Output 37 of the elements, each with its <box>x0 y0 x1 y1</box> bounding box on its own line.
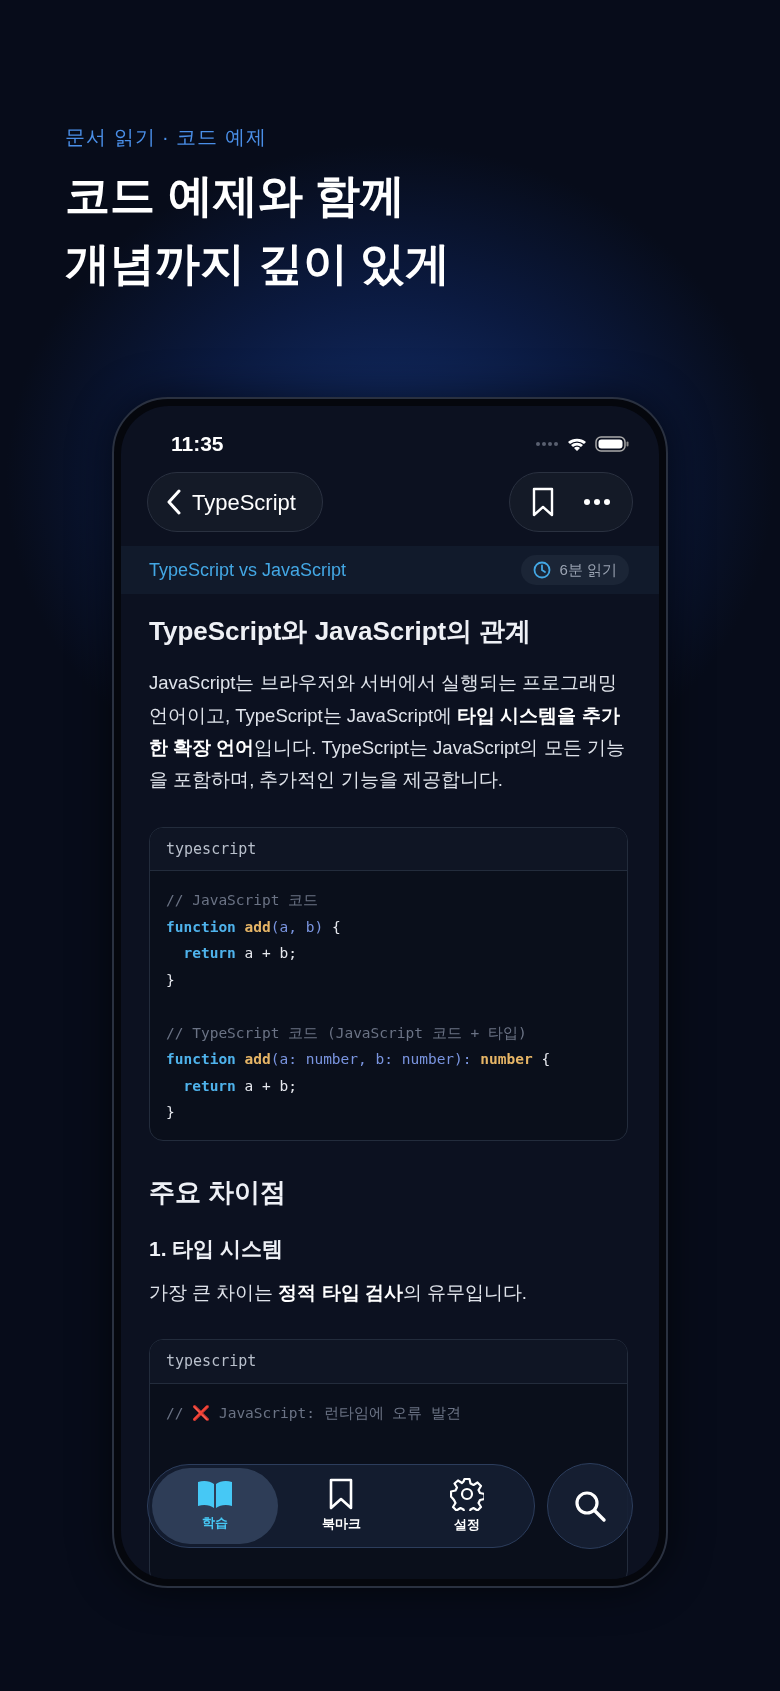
code-line: } <box>166 970 176 990</box>
article-title: TypeScript와 JavaScript의 관계 <box>149 616 533 648</box>
code-line: // JavaScript 코드 <box>166 891 320 911</box>
back-button[interactable]: TypeScript <box>147 472 323 532</box>
code-line: // ❌ JavaScript: 런타임에 오류 발견 <box>166 1403 463 1423</box>
open-book-icon <box>196 1479 234 1510</box>
tab[interactable]: 학습 <box>152 1468 278 1544</box>
more-button[interactable] <box>584 499 610 505</box>
code-language: typescript <box>150 827 627 872</box>
code-line: // TypeScript 코드 (JavaScript 코드 + 타입) <box>166 1023 528 1043</box>
paragraph: 가장 큰 차이는 정적 타입 검사의 유무입니다. <box>149 1281 528 1306</box>
gear-icon <box>450 1477 484 1512</box>
clock-icon <box>533 561 552 579</box>
tab[interactable]: 설정 <box>404 1468 530 1544</box>
code-language: typescript <box>150 1340 627 1384</box>
headline-text: 코드 예제와 함께 <box>65 169 406 223</box>
search-icon <box>573 1489 607 1523</box>
status-time: 11:35 <box>171 431 224 458</box>
bookmark-icon <box>329 1478 353 1511</box>
code-line: function add(a, b) { <box>166 917 342 937</box>
headline-text: 개념까지 깊이 있게 <box>65 236 451 291</box>
section-heading: 주요 차이점 <box>149 1176 288 1208</box>
tab[interactable]: 북마크 <box>278 1468 404 1544</box>
chevron-left-icon <box>166 489 182 515</box>
code-line: return a + b; <box>182 944 298 964</box>
topic-title: TypeScript vs JavaScript <box>149 558 347 582</box>
bookmark-button[interactable] <box>532 487 554 517</box>
read-time: 6분 읽기 <box>559 559 617 580</box>
code-line: function add(a: number, b: number): number { <box>166 1050 552 1070</box>
eyebrow-text: 문서 읽기 · 코드 예제 <box>65 125 268 150</box>
code-line: } <box>166 1103 176 1123</box>
wifi-icon <box>567 436 587 452</box>
paragraph: JavaScript는 브라우저와 서버에서 실행되는 프로그래밍 언어이고, TypeScript는 JavaScript에 타입 시스템을 추가한 확장 언어입니다. TypeScript는 JavaScript의 모든 기능을 포함하며, 추가적인 기능을 제공합니다. <box>149 671 626 793</box>
cellular-signal-icon <box>535 441 559 447</box>
code-line: return a + b; <box>182 1076 298 1096</box>
subsection-heading: 1. 타입 시스템 <box>149 1235 285 1262</box>
battery-icon <box>595 436 629 452</box>
